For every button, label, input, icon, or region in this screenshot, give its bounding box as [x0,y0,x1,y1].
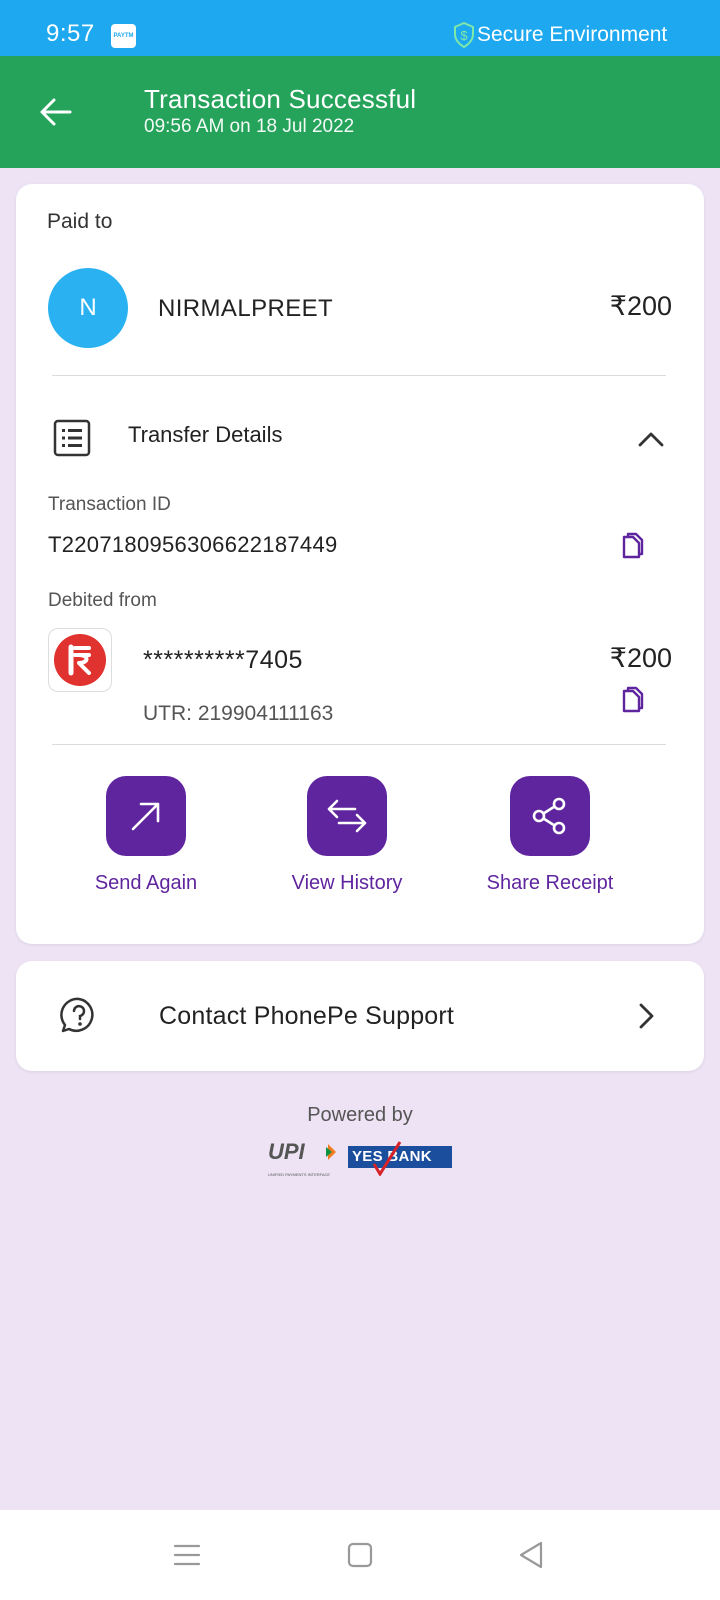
status-time: 9:57 [46,20,95,47]
chevron-right-icon[interactable] [632,1002,660,1030]
divider [52,744,666,745]
action-buttons: Send Again View History Share Receipt [16,776,704,906]
transaction-id-value: T2207180956306622187449 [48,532,338,557]
page-title: Transaction Successful [144,84,417,114]
yes-bank-logo: YES BANK [348,1141,452,1176]
debit-account-number: **********7405 [143,646,303,674]
secure-label: Secure Environment [477,23,668,46]
contact-support-card[interactable]: Contact PhonePe Support [16,961,704,1071]
partner-logos: UPI UNIFIED PAYMENTS INTERFACE YES BANK [268,1139,452,1177]
debited-from-label: Debited from [48,590,157,611]
powered-by-label: Powered by [307,1104,413,1126]
bank-app-logo [48,628,112,692]
send-again-button[interactable]: Send Again [66,776,226,895]
secure-environment-indicator: $ Secure Environment [453,22,667,48]
transaction-timestamp: 09:56 AM on 18 Jul 2022 [144,116,355,137]
view-history-label[interactable]: View History [267,872,427,895]
share-receipt-label[interactable]: Share Receipt [470,872,630,895]
upi-logo: UPI UNIFIED PAYMENTS INTERFACE [268,1139,340,1177]
upi-logo-text: UPI [268,1139,305,1164]
upi-subtext: UNIFIED PAYMENTS INTERFACE [268,1172,331,1177]
system-navigation-bar [0,1510,720,1600]
view-history-icon-button[interactable] [307,776,387,856]
swap-arrows-icon [327,799,367,833]
share-icon [532,797,566,835]
copy-icon[interactable] [619,532,645,562]
paid-amount: ₹200 [609,291,672,321]
transfer-details-title[interactable]: Transfer Details [128,422,282,448]
share-receipt-icon-button[interactable] [510,776,590,856]
payee-name: NIRMALPREET [158,295,334,322]
transaction-id-label: Transaction ID [48,494,171,515]
back-arrow-icon[interactable] [36,92,76,132]
menu-icon[interactable] [170,1538,204,1572]
arrow-up-right-icon [131,802,160,831]
transaction-header: Transaction Successful 09:56 AM on 18 Ju… [0,56,720,168]
utr-number: UTR: 219904111163 [143,702,334,725]
status-bar: 9:57 PAYTM $ Secure Environment [0,0,720,56]
shield-dollar-icon: $ [454,22,474,48]
transaction-card: Paid to N NIRMALPREET ₹200 Transfer Deta… [16,184,704,944]
contact-support-label[interactable]: Contact PhonePe Support [159,1002,454,1031]
copy-icon[interactable] [619,686,645,716]
paytm-notification-icon: PAYTM [111,24,136,48]
receipt-list-icon [53,419,91,457]
back-triangle-icon[interactable] [515,1538,549,1572]
view-history-button[interactable]: View History [267,776,427,895]
home-square-icon[interactable] [343,1538,377,1572]
divider [52,375,666,376]
payee-avatar: N [48,268,128,348]
rupee-logo-icon [54,634,106,686]
paid-to-label: Paid to [47,210,113,233]
chevron-up-icon[interactable] [636,424,666,454]
send-again-icon-button[interactable] [106,776,186,856]
debited-amount: ₹200 [609,643,672,673]
send-again-label[interactable]: Send Again [66,872,226,895]
help-question-icon [60,997,94,1033]
yes-bank-tick-icon [372,1141,402,1176]
share-receipt-button[interactable]: Share Receipt [470,776,630,895]
upi-arrow-icon [326,1144,336,1160]
svg-text:$: $ [460,28,468,43]
